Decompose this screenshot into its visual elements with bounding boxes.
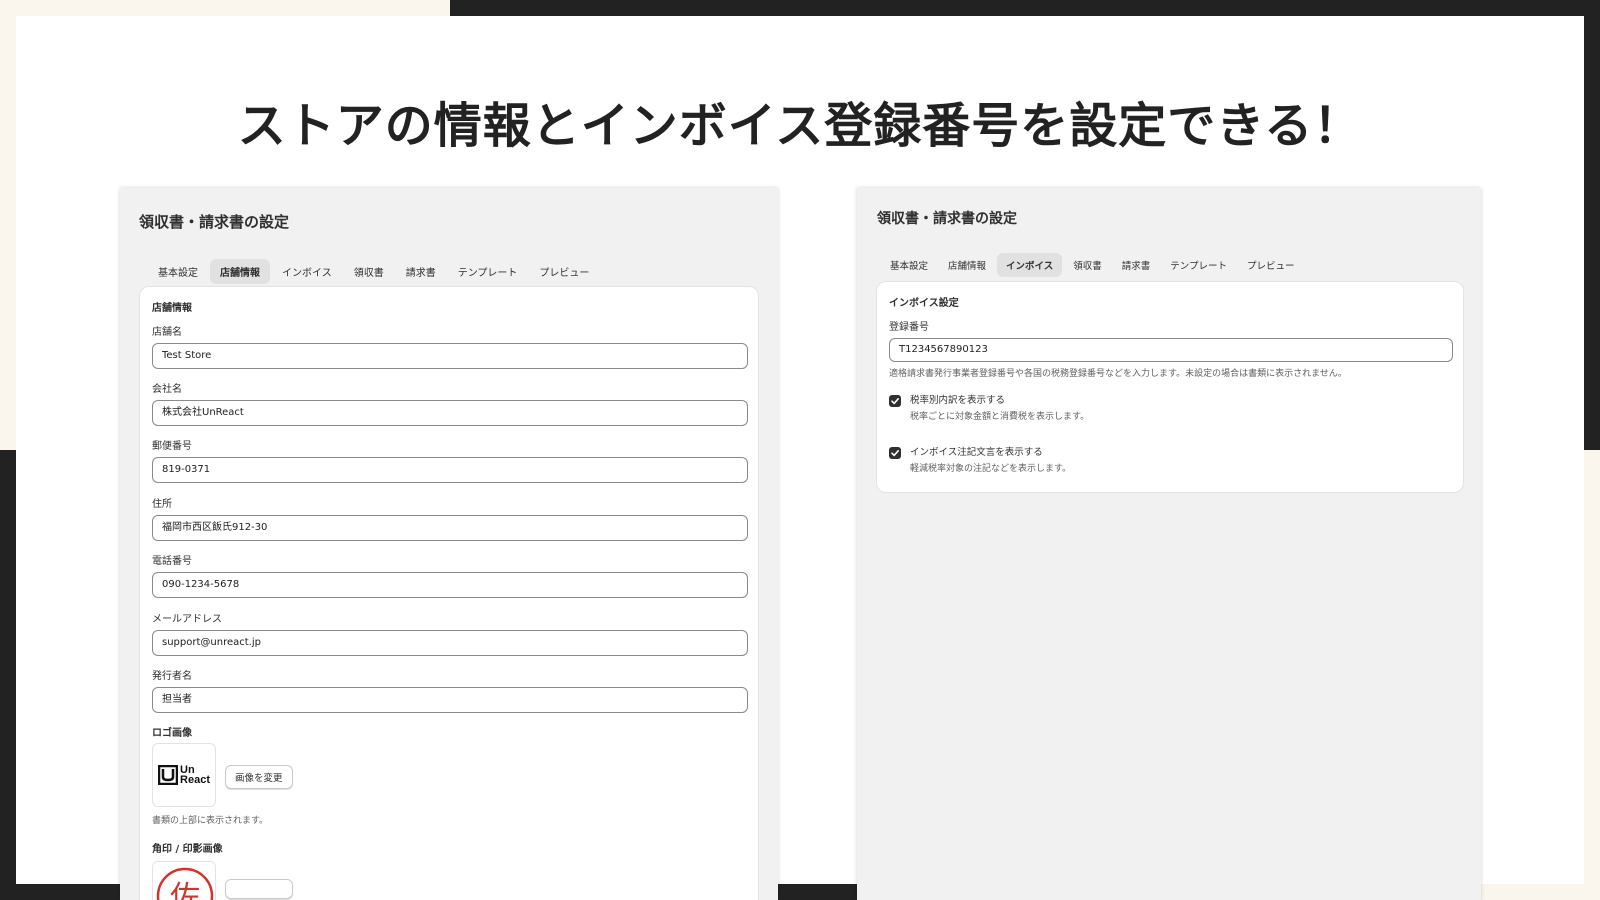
postal-code-input[interactable]: 819-0371 — [152, 457, 748, 483]
settings-tabs: 基本設定 店舗情報 インボイス 領収書 請求書 テンプレート プレビュー — [148, 259, 599, 284]
registration-help-text: 適格請求書発行事業者登録番号や各国の税務登録番号などを入力します。未設定の場合は… — [889, 369, 1347, 379]
tab-basic-settings[interactable]: 基本設定 — [148, 259, 208, 284]
tab-store-info[interactable]: 店舗情報 — [939, 253, 995, 277]
tab-template[interactable]: テンプレート — [1161, 253, 1236, 277]
store-info-card: 店舗情報 店舗名 Test Store 会社名 株式会社UnReact 郵便番号… — [139, 286, 759, 900]
invoice-note-checkbox[interactable] — [889, 447, 901, 459]
tab-store-info[interactable]: 店舗情報 — [210, 259, 270, 284]
field-label: 発行者名 — [152, 671, 192, 682]
company-name-input[interactable]: 株式会社UnReact — [152, 400, 748, 426]
postal-code-field: 郵便番号 819-0371 — [152, 439, 748, 483]
registration-number-field: 登録番号 T1234567890123 — [889, 320, 1453, 362]
tab-preview[interactable]: プレビュー — [529, 259, 599, 284]
tab-invoice[interactable]: インボイス — [272, 259, 342, 284]
company-name-field: 会社名 株式会社UnReact — [152, 382, 748, 426]
registration-number-input[interactable]: T1234567890123 — [889, 338, 1453, 362]
store-name-field: 店舗名 Test Store — [152, 325, 748, 369]
email-input[interactable]: support@unreact.jp — [152, 630, 748, 656]
tax-breakdown-label: 税率別内訳を表示する — [910, 395, 1006, 406]
tab-basic-settings[interactable]: 基本設定 — [881, 253, 937, 277]
tab-invoice[interactable]: インボイス — [997, 253, 1063, 277]
tab-template[interactable]: テンプレート — [448, 259, 528, 284]
change-image-button[interactable]: 画像を変更 — [225, 765, 293, 789]
invoice-note-label: インボイス注記文言を表示する — [910, 447, 1043, 458]
invoice-note-option: インボイス注記文言を表示する 軽減税率対象の注記などを表示します。 — [889, 446, 1071, 475]
logo-text-line2: React — [180, 774, 210, 786]
address-input[interactable]: 福岡市西区飯氏912-30 — [152, 515, 748, 541]
card-title: インボイス設定 — [889, 298, 959, 309]
tab-preview[interactable]: プレビュー — [1238, 253, 1304, 277]
field-label: 郵便番号 — [152, 441, 192, 452]
store-name-input[interactable]: Test Store — [152, 343, 748, 369]
tax-breakdown-option: 税率別内訳を表示する 税率ごとに対象金額と消費税を表示します。 — [889, 394, 1089, 423]
tab-receipt[interactable]: 領収書 — [1064, 253, 1111, 277]
store-info-panel: 領収書・請求書の設定 基本設定 店舗情報 インボイス 領収書 請求書 テンプレー… — [120, 188, 778, 900]
tab-bill[interactable]: 請求書 — [396, 259, 446, 284]
field-label: 会社名 — [152, 384, 182, 395]
logo-help-text: 書類の上部に表示されます。 — [152, 816, 269, 826]
field-label: 登録番号 — [889, 322, 929, 333]
stamp-character: 佐 — [170, 880, 200, 900]
email-field: メールアドレス support@unreact.jp — [152, 612, 748, 656]
stamp-image: 佐 — [152, 861, 216, 900]
phone-field: 電話番号 090-1234-5678 — [152, 554, 748, 598]
tab-bill[interactable]: 請求書 — [1113, 253, 1160, 277]
phone-input[interactable]: 090-1234-5678 — [152, 572, 748, 598]
settings-tabs: 基本設定 店舗情報 インボイス 領収書 請求書 テンプレート プレビュー — [881, 253, 1304, 277]
field-label: メールアドレス — [152, 614, 222, 625]
check-icon — [891, 450, 899, 457]
unreact-logo-icon — [158, 765, 179, 785]
invoice-note-help: 軽減税率対象の注記などを表示します。 — [910, 464, 1072, 474]
field-label: 住所 — [152, 499, 172, 510]
invoice-settings-card: インボイス設定 登録番号 T1234567890123 適格請求書発行事業者登録… — [876, 281, 1464, 493]
invoice-settings-panel: 領収書・請求書の設定 基本設定 店舗情報 インボイス 領収書 請求書 テンプレー… — [857, 188, 1481, 900]
field-label: 電話番号 — [152, 556, 192, 567]
field-label: 店舗名 — [152, 327, 182, 338]
logo-label: ロゴ画像 — [152, 728, 192, 739]
tax-breakdown-help: 税率ごとに対象金額と消費税を表示します。 — [910, 412, 1090, 422]
address-field: 住所 福岡市西区飯氏912-30 — [152, 497, 748, 541]
headline: ストアの情報とインボイス登録番号を設定できる！ — [237, 98, 1363, 154]
issuer-name-field: 発行者名 担当者 — [152, 669, 748, 713]
tab-receipt[interactable]: 領収書 — [344, 259, 394, 284]
stamp-label: 角印 / 印影画像 — [152, 844, 223, 855]
panel-title: 領収書・請求書の設定 — [877, 211, 1017, 227]
change-stamp-button[interactable] — [225, 879, 293, 899]
issuer-name-input[interactable]: 担当者 — [152, 687, 748, 713]
logo-image: Un React — [152, 743, 216, 807]
check-icon — [891, 398, 899, 405]
tax-breakdown-checkbox[interactable] — [889, 395, 901, 407]
unreact-logo: Un React — [158, 765, 210, 786]
panel-title: 領収書・請求書の設定 — [139, 213, 290, 231]
card-title: 店舗情報 — [152, 303, 192, 314]
